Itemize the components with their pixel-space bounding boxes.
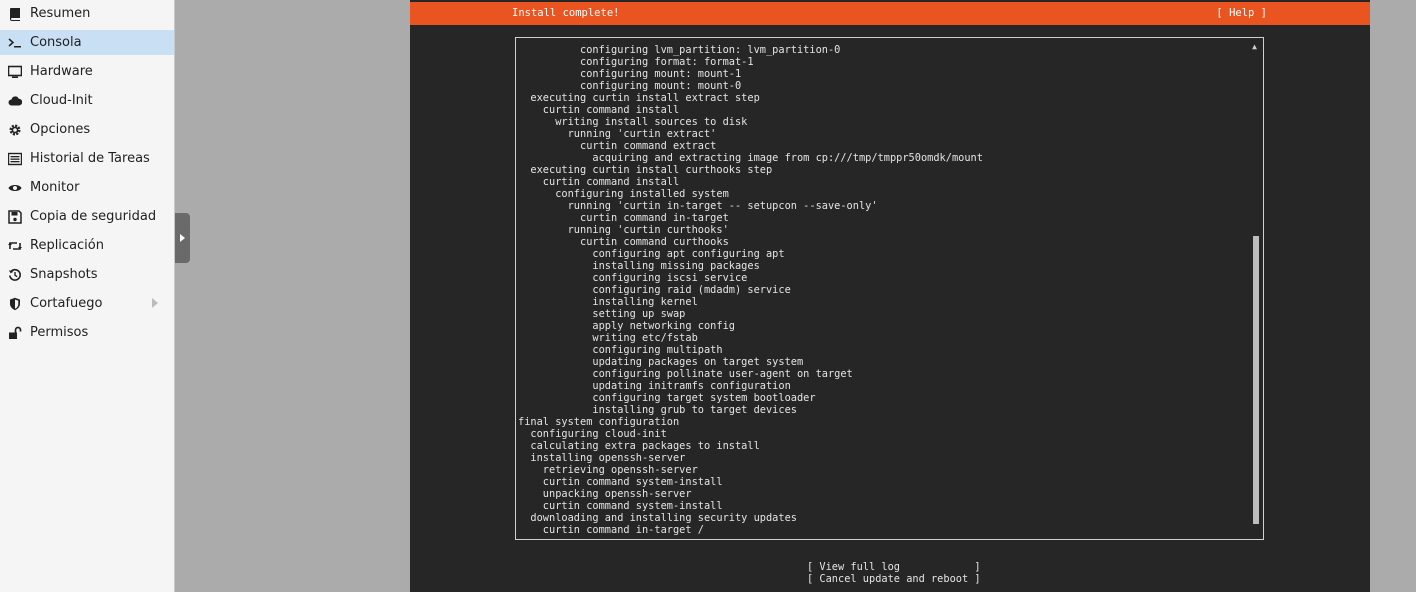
log-line: calculating extra packages to install (518, 440, 760, 452)
scrollbar-thumb[interactable] (1253, 236, 1259, 524)
log-line: writing etc/fstab (518, 332, 698, 344)
sidebar-item-permisos[interactable]: Permisos (0, 320, 174, 345)
sidebar-item-hardware[interactable]: Hardware (0, 59, 174, 84)
sidebar-item-label: Replicación (30, 238, 104, 253)
sidebar-collapse-handle[interactable] (175, 213, 190, 263)
log-line: configuring lvm_partition: lvm_partition… (518, 44, 841, 56)
sidebar-item-copia-seguridad[interactable]: Copia de seguridad (0, 204, 174, 229)
log-line: curtin command in-target (518, 212, 729, 224)
log-line: curtin command curthooks (518, 236, 729, 248)
install-log-panel[interactable]: configuring lvm_partition: lvm_partition… (515, 37, 1264, 540)
sidebar-item-label: Cloud-Init (30, 93, 93, 108)
log-line: installing grub to target devices (518, 404, 797, 416)
sidebar-item-label: Permisos (30, 325, 89, 340)
log-line: configuring target system bootloader (518, 392, 816, 404)
sidebar-item-replicacion[interactable]: Replicación (0, 233, 174, 258)
sidebar-item-consola[interactable]: Consola (0, 30, 174, 55)
log-line: curtin command system-install (518, 500, 723, 512)
sidebar-item-label: Opciones (30, 122, 91, 137)
install-log: configuring lvm_partition: lvm_partition… (518, 44, 983, 536)
log-line: curtin command extract (518, 140, 717, 152)
log-line: running 'curtin in-target -- setupcon --… (518, 200, 878, 212)
log-line: apply networking config (518, 320, 735, 332)
log-line: installing missing packages (518, 260, 760, 272)
sidebar-item-resumen[interactable]: Resumen (0, 1, 174, 26)
log-line: curtin command install (518, 104, 680, 116)
log-line: configuring iscsi service (518, 272, 748, 284)
log-line: setting up swap (518, 308, 686, 320)
log-line: running 'curtin extract' (518, 128, 717, 140)
log-line: configuring mount: mount-1 (518, 68, 742, 80)
submenu-arrow-icon (152, 298, 158, 308)
retweet-icon (8, 239, 22, 253)
log-line: downloading and installing security upda… (518, 512, 797, 524)
history-icon (8, 268, 22, 282)
sidebar-item-label: Monitor (30, 180, 80, 195)
cloud-icon (8, 94, 22, 108)
floppy-icon (8, 209, 22, 224)
log-line: updating packages on target system (518, 356, 804, 368)
sidebar-item-cloud-init[interactable]: Cloud-Init (0, 88, 174, 113)
sidebar-item-historial[interactable]: Historial de Tareas (0, 146, 174, 171)
log-line: executing curtin install extract step (518, 92, 760, 104)
sidebar-item-cortafuego[interactable]: Cortafuego (0, 291, 174, 316)
console-screen[interactable]: Install complete! [ Help ] configuring l… (410, 0, 1370, 592)
log-line: configuring format: format-1 (518, 56, 754, 68)
log-line: configuring mount: mount-0 (518, 80, 742, 92)
view-full-log-button[interactable]: [ View full log ] (807, 561, 981, 573)
log-line: installing kernel (518, 296, 698, 308)
list-icon (8, 152, 22, 166)
sidebar-item-label: Copia de seguridad (30, 209, 157, 224)
help-button[interactable]: [ Help ] (1216, 2, 1267, 25)
sidebar-item-monitor[interactable]: Monitor (0, 175, 174, 200)
log-line: installing openssh-server (518, 452, 686, 464)
log-line: unpacking openssh-server (518, 488, 692, 500)
log-line: writing install sources to disk (518, 116, 748, 128)
log-line: configuring raid (mdadm) service (518, 284, 791, 296)
sidebar-item-label: Resumen (30, 6, 91, 21)
sidebar-item-label: Cortafuego (30, 296, 103, 311)
log-line: configuring installed system (518, 188, 729, 200)
log-line: curtin command system-install (518, 476, 723, 488)
log-line: configuring multipath (518, 344, 723, 356)
log-line: running 'curtin curthooks' (518, 224, 729, 236)
log-line: curtin command install (518, 176, 680, 188)
log-line: updating initramfs configuration (518, 380, 791, 392)
sidebar-item-snapshots[interactable]: Snapshots (0, 262, 174, 287)
sidebar-item-label: Historial de Tareas (30, 151, 150, 166)
gear-icon (8, 123, 22, 137)
terminal-icon (8, 36, 22, 50)
unlock-icon (8, 326, 22, 340)
log-line: retrieving openssh-server (518, 464, 698, 476)
sidebar-item-label: Hardware (30, 64, 93, 79)
log-line: executing curtin install curthooks step (518, 164, 773, 176)
scroll-up-icon[interactable]: ▲ (1252, 42, 1257, 51)
sidebar-item-label: Snapshots (30, 267, 98, 282)
monitor-icon (8, 65, 22, 79)
console-header: Install complete! [ Help ] (410, 2, 1370, 25)
log-line: acquiring and extracting image from cp:/… (518, 152, 983, 164)
chevron-right-icon (180, 234, 185, 242)
sidebar: Resumen Consola Hardware Cloud-Init Opci… (0, 0, 175, 592)
install-status-title: Install complete! (512, 7, 620, 19)
log-line: curtin command in-target / (518, 524, 704, 536)
book-icon (8, 7, 22, 21)
cancel-update-reboot-button[interactable]: [ Cancel update and reboot ] (807, 573, 981, 585)
log-line: configuring cloud-init (518, 428, 667, 440)
log-line: configuring apt configuring apt (518, 248, 785, 260)
sidebar-item-opciones[interactable]: Opciones (0, 117, 174, 142)
eye-icon (8, 181, 22, 195)
shield-icon (8, 297, 22, 311)
log-line: final system configuration (518, 416, 680, 428)
log-line: configuring pollinate user-agent on targ… (518, 368, 853, 380)
sidebar-item-label: Consola (30, 35, 82, 50)
